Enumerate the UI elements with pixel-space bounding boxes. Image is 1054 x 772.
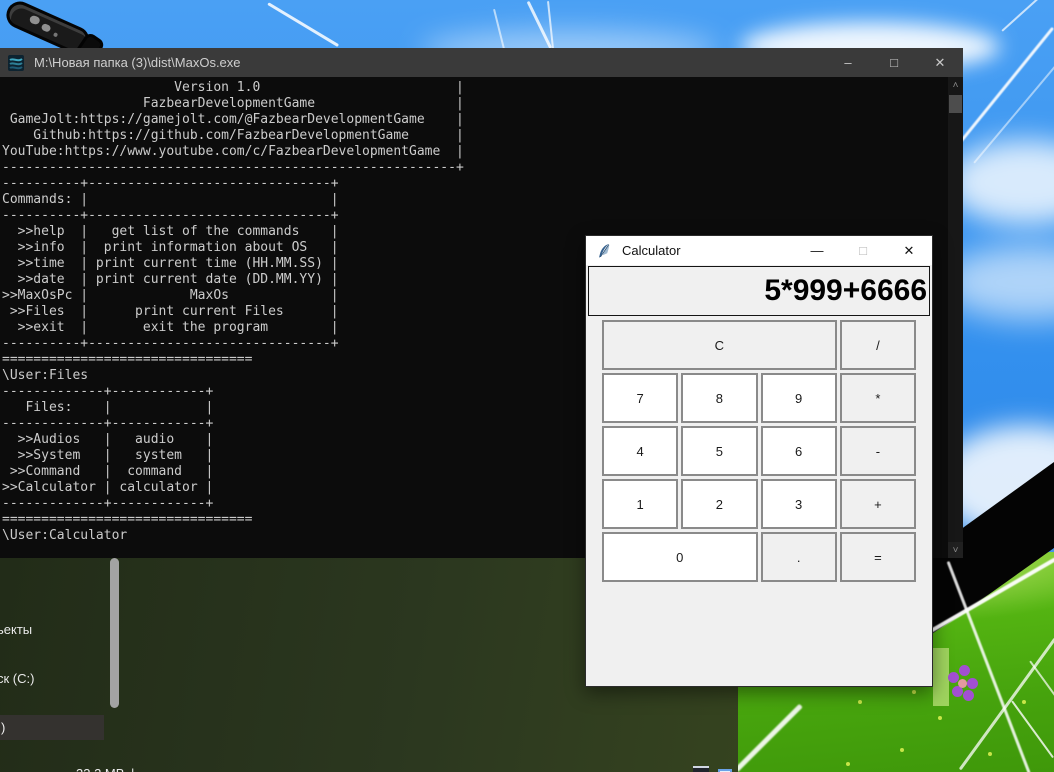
- calc-button-8[interactable]: 8: [681, 373, 758, 423]
- calc-button-4[interactable]: 4: [602, 426, 679, 476]
- explorer-nav-item-disk-c[interactable]: ск (C:): [0, 671, 34, 686]
- console-minimize-button[interactable]: –: [825, 48, 871, 77]
- console-scrollbar-thumb[interactable]: [949, 95, 962, 113]
- calc-button-7[interactable]: 7: [602, 373, 679, 423]
- calc-button-/[interactable]: /: [839, 320, 916, 370]
- calc-button-3[interactable]: 3: [760, 479, 837, 529]
- console-close-button[interactable]: ✕: [917, 48, 963, 77]
- console-title: M:\Новая папка (3)\dist\MaxOs.exe: [34, 55, 241, 70]
- status-size-text: 33.2 MB: [76, 766, 124, 772]
- calculator-close-button[interactable]: ✕: [886, 236, 932, 265]
- calculator-maximize-button[interactable]: □: [840, 236, 886, 265]
- chevron-down-icon[interactable]: ˅: [948, 542, 963, 558]
- calc-button-6[interactable]: 6: [760, 426, 837, 476]
- calc-button-*[interactable]: *: [839, 373, 916, 423]
- calc-button-1[interactable]: 1: [602, 479, 679, 529]
- calc-button-+[interactable]: +: [839, 479, 916, 529]
- calc-button-0[interactable]: 0: [602, 532, 758, 582]
- status-separator: |: [131, 766, 134, 772]
- calc-button--[interactable]: -: [839, 426, 916, 476]
- calculator-titlebar[interactable]: Calculator — □ ✕: [586, 236, 932, 265]
- console-titlebar[interactable]: M:\Новая папка (3)\dist\MaxOs.exe – □ ✕: [0, 48, 963, 77]
- calc-button-9[interactable]: 9: [760, 373, 837, 423]
- console-scrollbar[interactable]: ˄ ˅: [948, 77, 963, 558]
- calculator-title: Calculator: [622, 243, 681, 258]
- status-dash: -: [14, 766, 18, 772]
- explorer-nav-item-objects[interactable]: ьекты: [0, 622, 32, 637]
- explorer-status-bar: - 33.2 MB |: [0, 760, 240, 772]
- taskbar-peek-icon[interactable]: [693, 766, 709, 772]
- light-green-strip: [933, 648, 949, 706]
- calculator-window: Calculator — □ ✕ 5*999+6666 C/ 7 8 9 * 4 5 6- 1 2…: [585, 235, 933, 687]
- crack-line: [267, 2, 340, 48]
- chevron-up-icon[interactable]: ˄: [948, 77, 963, 93]
- calculator-keypad: C/ 7 8 9 * 4 5 6- 1 2 3 +0. =: [602, 320, 916, 582]
- crack-line: [1001, 0, 1054, 32]
- console-maximize-button[interactable]: □: [871, 48, 917, 77]
- explorer-scrollbar-thumb[interactable]: [110, 558, 119, 708]
- maxos-app-icon[interactable]: [8, 54, 24, 71]
- desktop: ьекты ск (C:) ) - 33.2 MB | M:\Новая пап…: [0, 0, 1054, 772]
- calculator-minimize-button[interactable]: —: [794, 236, 840, 265]
- calc-button-2[interactable]: 2: [681, 479, 758, 529]
- calc-button-5[interactable]: 5: [681, 426, 758, 476]
- tkinter-feather-icon: [599, 243, 610, 258]
- calc-button-.[interactable]: .: [760, 532, 837, 582]
- calc-button-=[interactable]: =: [839, 532, 916, 582]
- explorer-selected-item[interactable]: ): [0, 715, 104, 740]
- calculator-display[interactable]: 5*999+6666: [588, 266, 930, 316]
- calc-button-C[interactable]: C: [602, 320, 837, 370]
